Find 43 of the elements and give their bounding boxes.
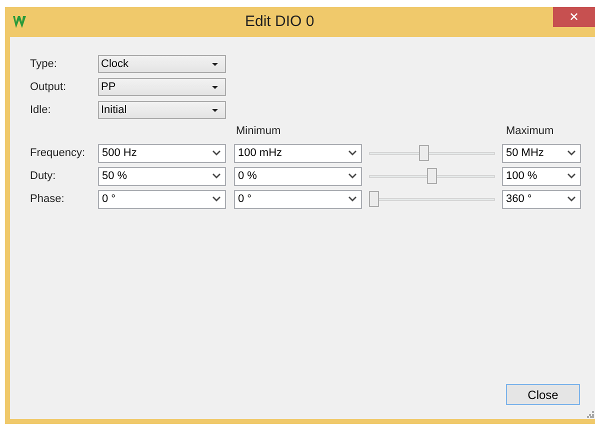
combo-box[interactable]: 100 % bbox=[502, 166, 581, 186]
chevron-down-icon bbox=[567, 173, 576, 179]
parameter-label: Phase: bbox=[30, 192, 66, 207]
dropdown[interactable]: Clock bbox=[98, 55, 226, 73]
slider-thumb[interactable] bbox=[427, 168, 437, 184]
chevron-down-icon bbox=[348, 150, 357, 156]
chevron-down-icon bbox=[567, 150, 576, 156]
chevron-down-icon bbox=[348, 196, 357, 202]
resize-grip-icon bbox=[587, 411, 594, 418]
parameter-label: Duty: bbox=[30, 168, 57, 184]
field-label: Output: bbox=[30, 80, 68, 95]
close-button[interactable]: Close bbox=[506, 384, 580, 405]
combo-box[interactable]: 360 ° bbox=[502, 190, 581, 208]
combo-box[interactable]: 50 MHz bbox=[502, 144, 581, 162]
combo-box[interactable]: 0 ° bbox=[98, 190, 226, 208]
slider-thumb[interactable] bbox=[418, 145, 429, 161]
combo-box[interactable]: 0 ° bbox=[234, 190, 362, 208]
combo-box[interactable]: 500 Hz bbox=[98, 144, 226, 162]
slider-thumb[interactable] bbox=[369, 191, 379, 207]
field-label: Idle: bbox=[30, 102, 52, 118]
combo-box[interactable]: 50 % bbox=[98, 166, 226, 186]
dropdown[interactable]: PP bbox=[98, 78, 226, 96]
column-header: Maximum bbox=[506, 124, 554, 139]
close-window-button[interactable]: ✕ bbox=[553, 7, 595, 27]
chevron-down-icon bbox=[212, 196, 221, 202]
caret-icon bbox=[212, 108, 218, 112]
slider[interactable] bbox=[369, 168, 495, 184]
slider[interactable] bbox=[369, 191, 495, 207]
combo-box[interactable]: 0 % bbox=[234, 166, 362, 186]
parameter-label: Frequency: bbox=[30, 146, 86, 161]
chevron-down-icon bbox=[348, 173, 357, 179]
chevron-down-icon bbox=[567, 196, 576, 202]
column-header: Minimum bbox=[236, 124, 282, 139]
combo-box[interactable]: 100 mHz bbox=[234, 144, 362, 162]
field-label: Type: bbox=[30, 56, 58, 72]
chevron-down-icon bbox=[212, 173, 221, 179]
window-title: Edit DIO 0 bbox=[245, 12, 314, 32]
app-logo-icon bbox=[13, 16, 29, 28]
caret-icon bbox=[212, 62, 218, 66]
dropdown[interactable]: Initial bbox=[98, 101, 226, 119]
chevron-down-icon bbox=[212, 150, 221, 156]
slider[interactable] bbox=[369, 145, 495, 161]
caret-icon bbox=[212, 86, 218, 88]
